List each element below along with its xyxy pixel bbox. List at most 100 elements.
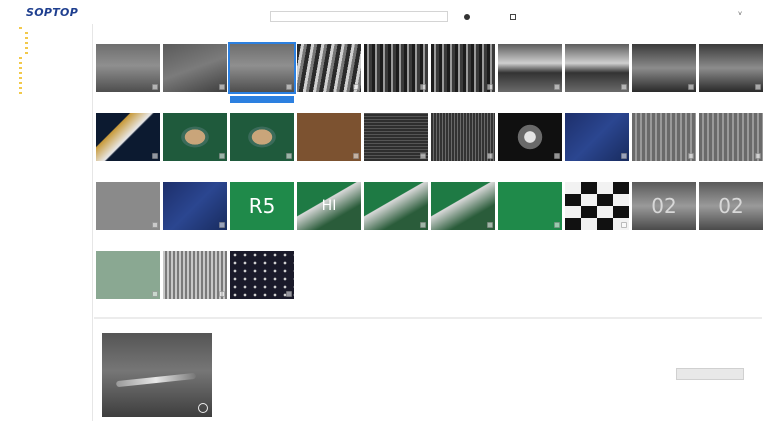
image-thumbnail[interactable] [364, 44, 428, 92]
image-badge-icon [152, 291, 158, 297]
image-thumbnail[interactable]: 02 [632, 182, 696, 230]
tree-item[interactable] [19, 66, 23, 70]
folder-icon [19, 57, 22, 59]
thumbnail-label [632, 96, 696, 103]
tree-item[interactable] [19, 81, 23, 85]
thumbnail-label [431, 28, 495, 35]
image-thumbnail[interactable] [230, 113, 294, 161]
image-thumbnail[interactable] [297, 44, 361, 92]
folder-icon [25, 37, 28, 39]
image-thumbnail[interactable] [163, 113, 227, 161]
tree-item[interactable] [19, 76, 23, 80]
thumbnail-label [565, 165, 629, 172]
thumbnail-text: 02 [651, 194, 677, 218]
image-badge-icon [353, 153, 359, 159]
image-thumbnail[interactable] [498, 182, 562, 230]
thumbnail-label [565, 28, 629, 35]
image-badge-icon [487, 153, 493, 159]
image-badge-icon [755, 84, 761, 90]
folder-icon [19, 72, 22, 74]
folder-icon [19, 62, 22, 64]
tree-item[interactable] [25, 41, 29, 45]
thumbnail-label [297, 28, 361, 35]
image-gallery: R5 HI 02 02 [94, 24, 763, 316]
thumbnail-label [632, 28, 696, 35]
image-thumbnail[interactable]: 02 [699, 182, 763, 230]
image-badge-icon [621, 222, 627, 228]
image-badge-icon [286, 291, 292, 297]
image-badge-icon [286, 84, 292, 90]
image-thumbnail[interactable] [230, 251, 294, 299]
image-preview[interactable] [102, 333, 212, 417]
details-action-button[interactable] [676, 368, 744, 380]
capture-button[interactable] [464, 11, 472, 22]
tree-item[interactable] [19, 71, 23, 75]
folder-icon [25, 52, 28, 54]
tree-item[interactable] [19, 86, 23, 90]
thumbnail-label [364, 96, 428, 103]
folder-icon [25, 42, 28, 44]
image-thumbnail[interactable]: R5 [230, 182, 294, 230]
thumbnail-label [498, 28, 562, 35]
image-thumbnail[interactable] [565, 44, 629, 92]
thumbnail-label [163, 234, 227, 241]
image-thumbnail[interactable] [297, 113, 361, 161]
image-thumbnail[interactable] [699, 113, 763, 161]
image-thumbnail[interactable] [699, 44, 763, 92]
thumbnail-label [699, 234, 763, 241]
thumbnail-label [699, 28, 763, 35]
thumbnail-label [297, 234, 361, 241]
image-thumbnail[interactable] [431, 44, 495, 92]
image-thumbnail[interactable] [565, 182, 629, 230]
image-thumbnail[interactable] [364, 182, 428, 230]
image-thumbnail[interactable] [565, 113, 629, 161]
image-thumbnail[interactable] [632, 44, 696, 92]
image-thumbnail[interactable] [163, 251, 227, 299]
thumbnail-label [431, 165, 495, 172]
image-thumbnail[interactable] [96, 44, 160, 92]
image-badge-icon [286, 153, 292, 159]
thumbnail-text: 02 [718, 194, 744, 218]
image-thumbnail[interactable] [163, 44, 227, 92]
chevron-down-icon[interactable]: ˅ [738, 11, 742, 18]
top-bar: SOPTOP ˅ [0, 0, 764, 24]
thumbnail-label [163, 303, 227, 310]
tree-item[interactable] [25, 36, 29, 40]
thumbnail-label [163, 165, 227, 172]
thumbnail-label [431, 96, 495, 103]
thumbnail-label [96, 96, 160, 103]
tree-item[interactable] [19, 56, 23, 60]
tree-item[interactable] [19, 26, 23, 30]
tree-item[interactable] [25, 51, 29, 55]
thumbnail-label [565, 234, 629, 241]
image-thumbnail[interactable] [96, 113, 160, 161]
image-badge-icon [554, 153, 560, 159]
image-badge-icon [621, 84, 627, 90]
thumbnail-label [632, 234, 696, 241]
image-thumbnail[interactable] [431, 113, 495, 161]
image-thumbnail[interactable] [96, 182, 160, 230]
image-badge-icon [487, 84, 493, 90]
thumbnail-label [230, 165, 294, 172]
folder-icon [19, 82, 22, 84]
camera-icon [464, 13, 470, 20]
image-thumbnail[interactable] [364, 113, 428, 161]
tree-item[interactable] [19, 61, 23, 65]
image-thumbnail[interactable] [431, 182, 495, 230]
image-thumbnail[interactable] [163, 182, 227, 230]
search-input[interactable] [270, 11, 448, 22]
view-mode-button[interactable] [510, 11, 518, 22]
tree-item[interactable] [25, 46, 29, 50]
image-thumbnail[interactable] [498, 44, 562, 92]
image-thumbnail[interactable]: HI [297, 182, 361, 230]
image-thumbnail[interactable] [498, 113, 562, 161]
image-thumbnail[interactable] [96, 251, 160, 299]
image-badge-icon [152, 222, 158, 228]
folder-icon [25, 32, 28, 34]
image-badge-icon [487, 222, 493, 228]
thumbnail-label [96, 234, 160, 241]
image-thumbnail[interactable] [632, 113, 696, 161]
image-thumbnail-selected[interactable] [228, 42, 296, 94]
tree-item[interactable] [19, 91, 23, 95]
tree-item-selected[interactable] [25, 31, 29, 35]
